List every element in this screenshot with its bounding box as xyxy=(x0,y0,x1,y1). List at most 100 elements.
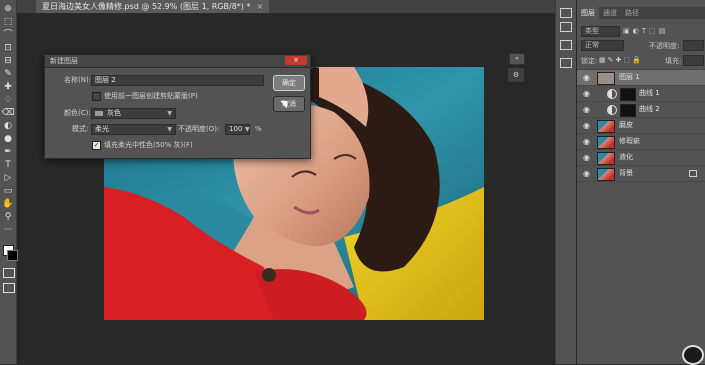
lasso-tool-icon[interactable]: ⌒ xyxy=(2,30,14,41)
visibility-eye-icon[interactable]: ◉ xyxy=(582,153,591,162)
fill-neutral-checkbox[interactable]: ✓ xyxy=(92,141,101,150)
dodge-tool-icon[interactable]: ● xyxy=(2,134,14,145)
tab-layers[interactable]: 图层 xyxy=(577,7,599,19)
opacity-field-value: 100 xyxy=(229,125,243,133)
visibility-eye-icon[interactable]: ◉ xyxy=(582,89,591,98)
document-tab-bar: 夏日海边美女人像精修.psd @ 52.9% (图层 1, RGB/8*) * × xyxy=(16,0,570,14)
layer-row[interactable]: ◉ 背景 xyxy=(577,165,705,182)
more-tools-icon[interactable]: ⋯ xyxy=(2,225,14,236)
visibility-eye-icon[interactable]: ◉ xyxy=(582,105,591,114)
layer-row[interactable]: ◉ 图层 1 xyxy=(577,69,705,85)
layer-name: 液化 xyxy=(619,153,633,161)
layer-thumbnail xyxy=(597,136,615,149)
tools-panel: ⊕ ⬚ ⌒ ⊡ ⊟ ✎ ✚ ♢ ⌫ ◐ ● ✒ T ▷ ▭ ✋ ⚲ ⋯ xyxy=(0,0,18,364)
path-select-tool-icon[interactable]: ▷ xyxy=(2,173,14,184)
close-icon[interactable]: × xyxy=(285,56,307,65)
eraser-tool-icon[interactable]: ⌫ xyxy=(2,108,15,119)
opacity-label: 不透明度(O): xyxy=(178,125,220,133)
curves-adjustment-icon xyxy=(607,105,617,115)
layer-name: 修瑕疵 xyxy=(619,137,640,145)
crop-tool-icon[interactable]: ⊟ xyxy=(2,56,14,67)
gradient-tool-icon[interactable]: ◐ xyxy=(2,121,14,132)
layer-row[interactable]: ◉ 曲线 1 xyxy=(577,85,705,101)
opacity-unit: % xyxy=(255,125,262,133)
layer-thumbnail xyxy=(597,72,615,85)
curves-adjustment-icon xyxy=(607,89,617,99)
history-icon[interactable] xyxy=(560,40,572,50)
screen-mode-icon[interactable] xyxy=(3,283,15,293)
close-icon[interactable]: × xyxy=(256,2,263,11)
layer-kind-filter[interactable]: 类型 xyxy=(581,26,620,37)
move-tool-icon[interactable]: ⊕ xyxy=(2,4,14,15)
visibility-eye-icon[interactable]: ◉ xyxy=(582,169,591,178)
layer-name: 背景 xyxy=(619,169,633,177)
new-layer-dialog: 新建图层 × 名称(N): 图层 2 使用前一图层创建剪贴蒙版(P) 颜色(C)… xyxy=(44,54,311,159)
layer-row[interactable]: ◉ 液化 xyxy=(577,149,705,165)
color-label: 颜色(C): xyxy=(64,109,91,117)
marquee-tool-icon[interactable]: ⬚ xyxy=(2,17,14,28)
color-select-value: 灰色 xyxy=(107,109,121,117)
layer-kind-label: 类型 xyxy=(585,27,599,35)
visibility-eye-icon[interactable]: ◉ xyxy=(582,73,591,82)
background-color-swatch[interactable] xyxy=(7,250,18,261)
filter-icons[interactable]: ▣◐T⬚▤ xyxy=(623,27,668,35)
collapse-panels-icon[interactable]: « xyxy=(509,53,525,65)
panel-icon-strip xyxy=(555,0,576,364)
chevron-down-icon: ▼ xyxy=(167,110,172,117)
layers-panel: 图层 通道 路径 类型 ▣◐T⬚▤ 正常 不透明度: 锁定: ▦✎✚⬚🔒 填充:… xyxy=(577,0,705,364)
layer-row[interactable]: ◉ 修瑕疵 xyxy=(577,133,705,149)
document-tab-title: 夏日海边美女人像精修.psd @ 52.9% (图层 1, RGB/8*) * xyxy=(42,2,251,11)
opacity-dropdown-icon[interactable]: ▼ xyxy=(245,124,252,135)
visibility-eye-icon[interactable]: ◉ xyxy=(582,121,591,130)
brush-tool-icon[interactable]: ♢ xyxy=(2,95,14,106)
mode-select-value: 柔光 xyxy=(95,125,109,133)
panel-tabs: 图层 通道 路径 xyxy=(577,7,705,19)
tab-channels[interactable]: 通道 xyxy=(599,7,621,19)
fill-neutral-label: 填充柔光中性色(50% 灰)(F) xyxy=(104,141,193,149)
mode-label: 模式: xyxy=(72,125,89,133)
lock-icons[interactable]: ▦✎✚⬚🔒 xyxy=(599,56,643,64)
type-tool-icon[interactable]: T xyxy=(2,160,14,171)
quick-select-tool-icon[interactable]: ⊡ xyxy=(2,43,14,54)
blend-mode-value: 正常 xyxy=(585,41,599,49)
name-field-value: 图层 2 xyxy=(95,76,116,84)
adjustments-icon[interactable] xyxy=(560,22,572,32)
layer-name: 图层 1 xyxy=(619,73,640,81)
lock-label: 锁定: xyxy=(581,57,598,65)
ok-button[interactable]: 确定 xyxy=(273,75,305,91)
layer-row[interactable]: ◉ 曲线 2 xyxy=(577,101,705,117)
tab-paths[interactable]: 路径 xyxy=(621,7,643,19)
chevron-down-icon: ▼ xyxy=(167,126,172,133)
eyedropper-tool-icon[interactable]: ✎ xyxy=(2,69,14,80)
layer-thumbnail xyxy=(597,120,615,133)
watermark-logo-icon xyxy=(682,345,704,365)
color-select[interactable]: 灰色 ▼ xyxy=(91,108,176,119)
layer-mask-thumbnail xyxy=(620,88,636,101)
clip-mask-label: 使用前一图层创建剪贴蒙版(P) xyxy=(104,92,198,100)
blend-mode-select[interactable]: 正常 xyxy=(581,40,624,51)
visibility-eye-icon[interactable]: ◉ xyxy=(582,137,591,146)
layer-mask-thumbnail xyxy=(620,104,636,117)
properties-icon[interactable] xyxy=(560,8,572,18)
dialog-title-bar[interactable]: 新建图层 × xyxy=(45,55,310,68)
color-swatch-icon xyxy=(95,111,103,116)
opacity-input[interactable] xyxy=(683,40,704,51)
fill-label: 填充: xyxy=(665,57,682,65)
layer-row[interactable]: ◉ 磨皮 xyxy=(577,117,705,133)
workspace-mode-icon[interactable]: ⚙ xyxy=(508,68,524,82)
shape-tool-icon[interactable]: ▭ xyxy=(2,186,14,197)
quick-mask-icon[interactable] xyxy=(3,268,15,278)
layer-name: 曲线 1 xyxy=(639,89,660,97)
pen-tool-icon[interactable]: ✒ xyxy=(2,147,14,158)
document-tab[interactable]: 夏日海边美女人像精修.psd @ 52.9% (图层 1, RGB/8*) * × xyxy=(36,0,270,13)
zoom-tool-icon[interactable]: ⚲ xyxy=(2,212,14,223)
healing-tool-icon[interactable]: ✚ xyxy=(2,82,14,93)
clip-mask-checkbox[interactable] xyxy=(92,92,101,101)
libraries-icon[interactable] xyxy=(560,58,572,68)
mode-select[interactable]: 柔光 ▼ xyxy=(91,124,176,135)
layer-thumbnail xyxy=(597,168,615,181)
fill-input[interactable] xyxy=(683,55,704,66)
opacity-label: 不透明度: xyxy=(649,42,680,50)
name-field[interactable]: 图层 2 xyxy=(91,75,264,86)
hand-tool-icon[interactable]: ✋ xyxy=(2,199,14,210)
